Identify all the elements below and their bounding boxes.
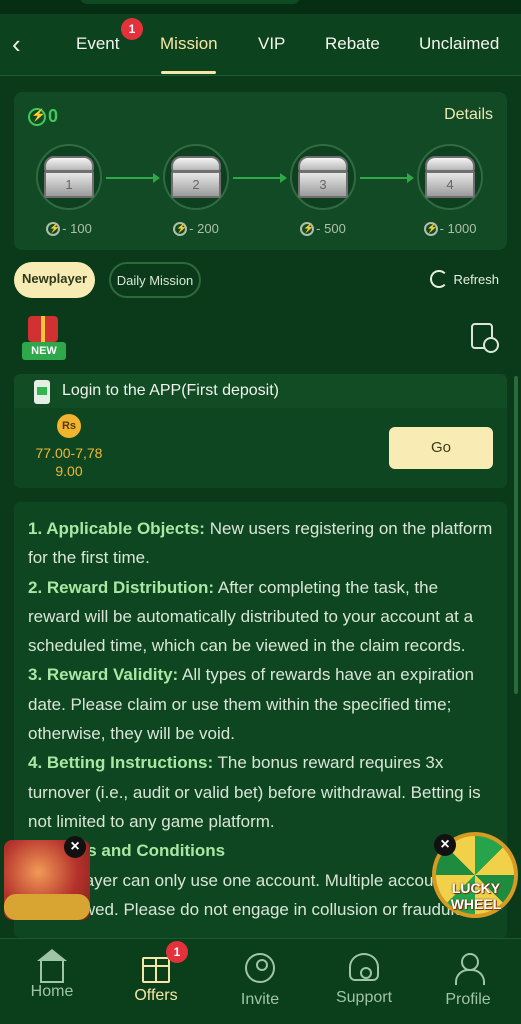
chest-progress-panel: 0 Details 1 2 3 4 - 100 - 200 - 500 - 10… [14, 92, 507, 250]
invite-icon [245, 953, 275, 983]
lucky-wheel-label: LUCKY WHEEL [450, 880, 502, 912]
chest-cost: - 200 [156, 221, 236, 236]
bolt-icon [46, 221, 60, 236]
tab-bar: ‹ Event 1 Mission VIP Rebate Unclaimed [0, 14, 521, 76]
arrow-icon [360, 173, 414, 183]
arrow-icon [106, 173, 160, 183]
tab-rebate[interactable]: Rebate [325, 34, 380, 54]
chest-cost: - 100 [29, 221, 109, 236]
gift-icon [28, 316, 58, 342]
bolt-icon [173, 221, 187, 236]
details-link[interactable]: Details [444, 106, 493, 124]
nav-invite[interactable]: Invite [220, 953, 300, 1009]
rule-item: 3. Reward Validity: All types of rewards… [28, 665, 475, 744]
offers-badge: 1 [166, 941, 188, 963]
chest-number: 3 [298, 171, 348, 198]
tab-unclaimed[interactable]: Unclaimed [419, 34, 499, 54]
task-header: Login to the APP(First deposit) [14, 374, 507, 408]
refresh-label: Refresh [453, 271, 499, 287]
filter-newplayer[interactable]: Newplayer [14, 262, 95, 298]
bolt-icon [300, 221, 314, 236]
chest-cost: - 1000 [410, 221, 490, 236]
rupee-icon: Rs [57, 414, 81, 438]
headset-icon [349, 953, 379, 981]
refresh-button[interactable]: Refresh [430, 270, 499, 288]
close-icon[interactable]: × [64, 836, 86, 858]
active-tab-indicator [161, 71, 216, 74]
nav-home[interactable]: Home [12, 949, 92, 1001]
chest-icon: 1 [44, 156, 94, 198]
nav-label: Profile [445, 991, 491, 1008]
points-display: 0 [28, 106, 58, 127]
nav-offers[interactable]: Offers [116, 953, 196, 1005]
status-strip [0, 0, 521, 14]
gift-icon [142, 957, 170, 983]
go-button[interactable]: Go [389, 427, 493, 469]
chest-icon: 3 [298, 156, 348, 198]
chest-number: 4 [425, 171, 475, 198]
task-title: Login to the APP(First deposit) [62, 382, 279, 399]
scrollbar[interactable] [514, 376, 518, 694]
notch [80, 0, 300, 4]
chest-number: 1 [44, 171, 94, 198]
chest-number: 2 [171, 171, 221, 198]
home-icon [37, 949, 67, 983]
nav-label: Invite [240, 991, 280, 1008]
tab-mission[interactable]: Mission [160, 34, 218, 54]
nav-support[interactable]: Support [324, 953, 404, 1007]
rule-item: 1. Applicable Objects: New users registe… [28, 519, 493, 568]
app-download-icon [34, 380, 50, 404]
points-value: 0 [48, 106, 59, 126]
filter-daily-mission[interactable]: Daily Mission [109, 262, 201, 298]
task-card: Login to the APP(First deposit) Rs 77.00… [14, 374, 507, 488]
refresh-icon [430, 270, 449, 288]
chest-1[interactable]: 1 [36, 144, 102, 210]
nav-label: Home [30, 983, 74, 1000]
tab-vip[interactable]: VIP [258, 34, 285, 54]
profile-icon [453, 953, 485, 985]
nav-label: Offers [134, 987, 178, 1004]
chest-icon: 2 [171, 156, 221, 198]
bolt-icon [28, 107, 46, 126]
new-gift-badge: NEW [18, 314, 70, 362]
close-icon[interactable]: × [434, 834, 456, 856]
back-icon[interactable]: ‹ [12, 31, 32, 57]
chest-4[interactable]: 4 [417, 144, 483, 210]
chest-cost: - 500 [283, 221, 363, 236]
chest-2[interactable]: 2 [163, 144, 229, 210]
arrow-icon [233, 173, 287, 183]
nav-label: Support [335, 989, 393, 1006]
bolt-icon [423, 221, 438, 236]
record-icon[interactable] [471, 323, 499, 353]
event-badge: 1 [121, 18, 143, 40]
chest-3[interactable]: 3 [290, 144, 356, 210]
new-label: NEW [22, 342, 66, 360]
tab-event[interactable]: Event [76, 34, 119, 54]
rule-item: 4. Betting Instructions: The bonus rewar… [28, 753, 481, 831]
bottom-nav: Home Offers 1 Invite Support Profile [0, 938, 521, 1024]
nav-profile[interactable]: Profile [428, 953, 508, 1009]
reward-line-2: 9.00 [55, 463, 83, 479]
rule-item: 2. Reward Distribution: After completing… [28, 577, 474, 656]
reward-line-1: 77.00-7,78 [35, 445, 103, 461]
chest-icon: 4 [425, 156, 475, 198]
task-reward: 77.00-7,78 9.00 [24, 444, 114, 480]
coin-pile [4, 894, 90, 920]
